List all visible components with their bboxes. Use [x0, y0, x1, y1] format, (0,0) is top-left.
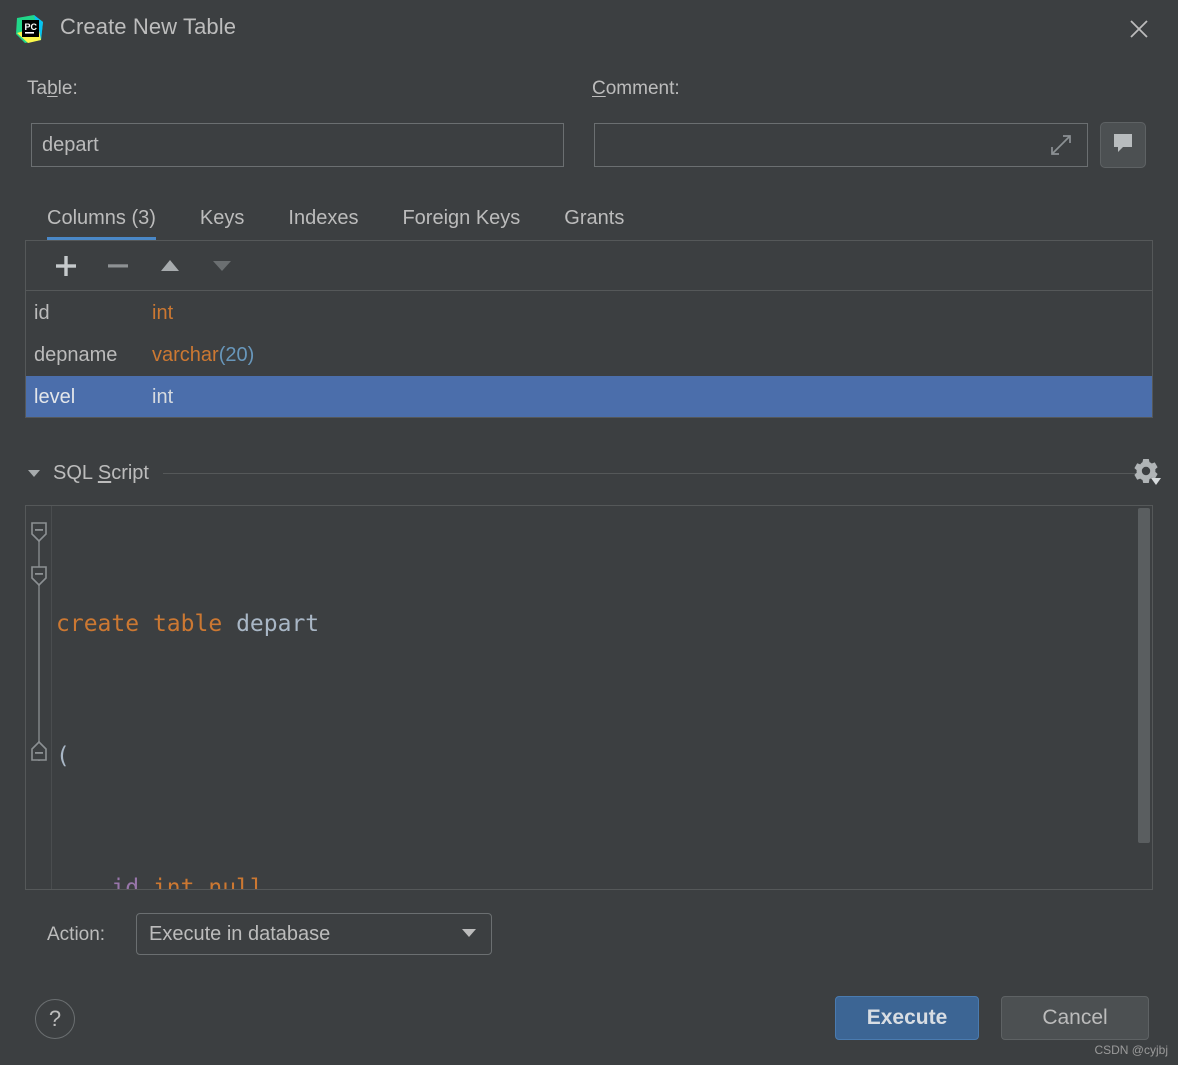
editor-scrollbar-thumb[interactable]: [1138, 508, 1150, 843]
tab-foreign-keys[interactable]: Foreign Keys: [380, 207, 542, 240]
sql-code[interactable]: create table depart ( id int null, depna…: [56, 514, 1128, 889]
sql-script-editor[interactable]: create table depart ( id int null, depna…: [25, 505, 1153, 890]
action-label: Action:: [47, 924, 106, 945]
cancel-button-label: Cancel: [1042, 1006, 1108, 1029]
column-name: level: [34, 385, 76, 408]
comment-input[interactable]: [594, 123, 1088, 167]
columns-list: id int depname varchar (20) level int: [26, 292, 1152, 417]
tab-grants[interactable]: Grants: [542, 207, 646, 240]
tab-keys-label: Keys: [199, 207, 245, 229]
comment-field-label: Comment:: [592, 78, 680, 99]
execute-button[interactable]: Execute: [835, 996, 979, 1040]
fold-marker-end-icon[interactable]: [29, 739, 49, 765]
column-type: int: [152, 385, 174, 408]
table-name-input[interactable]: [31, 123, 564, 167]
tab-grants-label: Grants: [564, 207, 625, 229]
section-divider: [162, 472, 1143, 474]
code-line: (: [56, 743, 70, 769]
table-row[interactable]: level int: [26, 376, 1152, 417]
sql-script-title: SQL Script: [53, 461, 149, 484]
watermark: CSDN @cyjbj: [1094, 1043, 1168, 1057]
tab-keys[interactable]: Keys: [178, 207, 266, 240]
fold-marker-icon[interactable]: [29, 564, 49, 590]
expand-arrows-icon[interactable]: [1048, 132, 1074, 158]
cancel-button[interactable]: Cancel: [1001, 996, 1149, 1040]
editor-gutter: [26, 506, 52, 889]
table-row[interactable]: id int: [26, 292, 1152, 334]
tab-columns[interactable]: Columns (3): [25, 207, 178, 240]
dialog-title: Create New Table: [60, 14, 237, 39]
execute-button-label: Execute: [866, 1006, 948, 1029]
gear-dropdown-icon[interactable]: [1127, 453, 1165, 491]
action-select-value: Execute in database: [149, 922, 331, 945]
code-line: id int null,: [111, 875, 278, 890]
add-column-button[interactable]: [40, 246, 92, 286]
column-type: varchar: [152, 343, 219, 366]
editor-scrollbar[interactable]: [1136, 506, 1152, 889]
sql-script-header: SQL Script: [25, 455, 1161, 491]
move-column-up-button[interactable]: [144, 246, 196, 286]
svg-text:PC: PC: [25, 22, 38, 32]
table-field-label: Table:: [27, 78, 78, 99]
fold-marker-icon[interactable]: [29, 520, 49, 546]
tab-indexes-label: Indexes: [288, 207, 359, 229]
code-line: create table depart: [56, 611, 320, 637]
triangle-down-icon[interactable]: [25, 464, 43, 482]
tab-foreign-keys-label: Foreign Keys: [402, 207, 521, 229]
action-select[interactable]: Execute in database: [136, 913, 492, 955]
column-name: id: [34, 301, 50, 324]
remove-column-button[interactable]: [92, 246, 144, 286]
tab-columns-label: Columns (3): [47, 207, 156, 229]
help-button[interactable]: ?: [35, 999, 75, 1039]
table-editor-tabs: Columns (3) Keys Indexes Foreign Keys Gr…: [25, 194, 646, 240]
dialog-titlebar: PC Create New Table: [0, 0, 1178, 58]
column-name: depname: [34, 343, 118, 366]
create-new-table-dialog: PC Create New Table Table: Comment:: [0, 0, 1178, 1065]
close-icon[interactable]: [1122, 12, 1156, 46]
help-button-label: ?: [48, 1006, 62, 1031]
table-row[interactable]: depname varchar (20): [26, 334, 1152, 376]
speech-bubble-icon: [1111, 131, 1135, 160]
comment-editor-button[interactable]: [1100, 122, 1146, 168]
tab-indexes[interactable]: Indexes: [266, 207, 380, 240]
chevron-down-icon: [459, 922, 479, 947]
move-column-down-button[interactable]: [196, 246, 248, 286]
columns-toolbar: [26, 241, 1152, 291]
column-type: int: [152, 301, 174, 324]
pycharm-logo-icon: PC: [14, 13, 46, 45]
column-length: (20): [218, 343, 255, 366]
columns-panel: id int depname varchar (20) level int: [25, 240, 1153, 418]
